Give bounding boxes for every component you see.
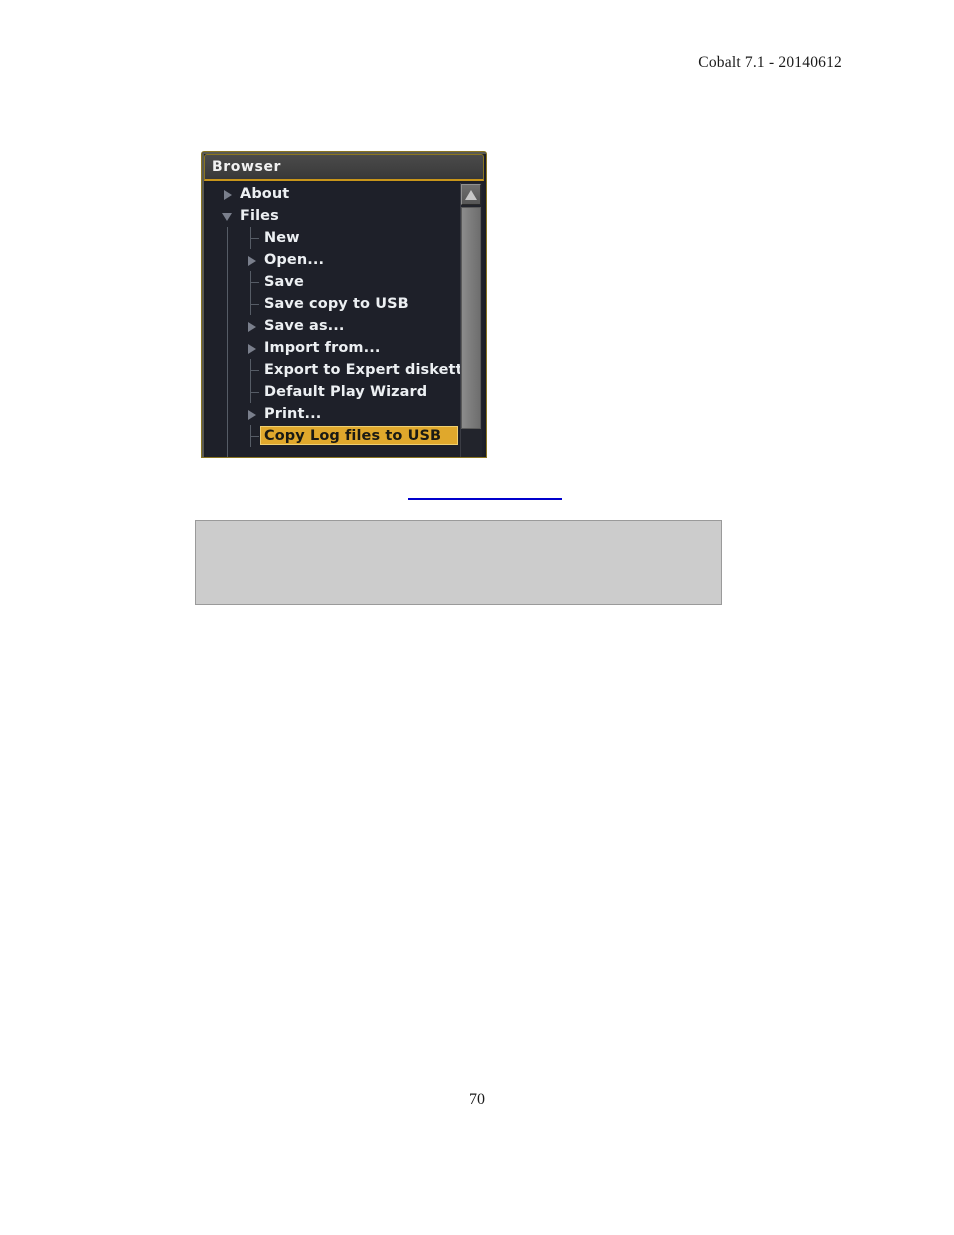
scroll-up-arrow-icon [465, 190, 477, 200]
tree-elbow-icon [250, 271, 260, 293]
tree-item-label: About [240, 186, 290, 202]
tree-elbow-icon [250, 425, 260, 447]
browser-scrollbar[interactable] [460, 183, 482, 457]
tree-elbow-icon [250, 293, 260, 315]
tree-item-default-play-wizard[interactable]: Default Play Wizard [206, 381, 458, 403]
expanded-triangle-icon[interactable] [222, 213, 232, 221]
scroll-up-button[interactable] [461, 184, 481, 205]
tree-item-label: Files [240, 208, 279, 224]
collapsed-triangle-icon[interactable] [248, 410, 256, 420]
browser-panel-figure: Browser About Files New Open... Save Save cop… [201, 151, 487, 458]
page-number: 70 [469, 1091, 485, 1108]
browser-tree-area: About Files New Open... Save Save copy to USB… [206, 183, 484, 457]
tree-item-import-from[interactable]: Import from... [206, 337, 458, 359]
browser-titlebar: Browser [204, 154, 484, 181]
tree-item-open[interactable]: Open... [206, 249, 458, 271]
tree-item-label: Export to Expert diskette [264, 362, 473, 378]
browser-title-label: Browser [212, 159, 282, 175]
tree-item-export-to-expert-diskette[interactable]: Export to Expert diskette [206, 359, 472, 381]
tree-item-label: Print... [264, 406, 322, 422]
tree-item-label: Save [264, 274, 304, 290]
tree-item-label: Import from... [264, 340, 381, 356]
tree-item-print[interactable]: Print... [206, 403, 458, 425]
tree-item-save-copy-to-usb[interactable]: Save copy to USB [206, 293, 458, 315]
tree-item-about[interactable]: About [206, 183, 458, 205]
tree-item-label: Open... [264, 252, 325, 268]
tree-item-label: Default Play Wizard [264, 384, 428, 400]
tree-elbow-icon [250, 227, 260, 249]
tree-item-files[interactable]: Files [206, 205, 458, 227]
collapsed-triangle-icon[interactable] [248, 344, 256, 354]
tree-item-new[interactable]: New [206, 227, 458, 249]
tree-item-save[interactable]: Save [206, 271, 458, 293]
collapsed-triangle-icon[interactable] [248, 256, 256, 266]
tree-item-label: Save as... [264, 318, 345, 334]
tree-item-label: New [264, 230, 300, 246]
tree-elbow-icon [250, 381, 260, 403]
collapsed-triangle-icon[interactable] [224, 190, 232, 200]
cross-reference-link[interactable] [408, 486, 562, 500]
tree-item-copy-log-files-to-usb[interactable]: Copy Log files to USB [206, 425, 458, 447]
tree-item-label: Save copy to USB [264, 296, 409, 312]
note-placeholder-box [195, 520, 722, 605]
collapsed-triangle-icon[interactable] [248, 322, 256, 332]
browser-tree-list: About Files New Open... Save Save copy to USB… [206, 183, 472, 447]
tree-item-label: Copy Log files to USB [264, 428, 442, 444]
tree-elbow-icon [250, 359, 260, 381]
document-header-version: Cobalt 7.1 - 20140612 [698, 54, 842, 71]
tree-item-save-as[interactable]: Save as... [206, 315, 458, 337]
scrollbar-thumb[interactable] [461, 207, 481, 429]
